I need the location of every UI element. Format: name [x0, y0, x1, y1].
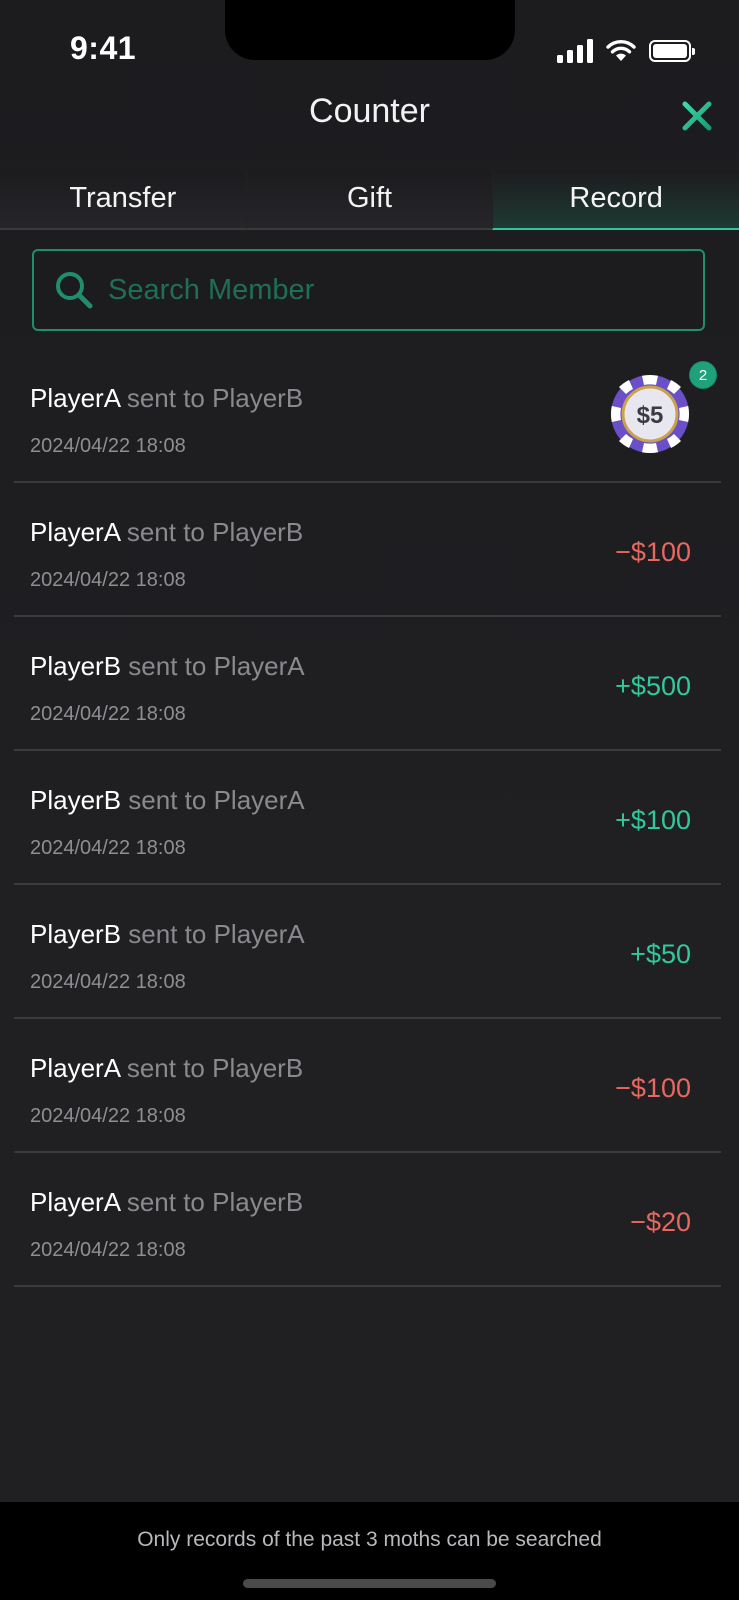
record-amount: −$100 [615, 1073, 691, 1103]
record-row[interactable]: PlayerA sent to PlayerB 2024/04/22 18:08… [14, 483, 721, 617]
home-indicator[interactable] [243, 1579, 496, 1588]
search-box[interactable] [32, 249, 705, 331]
record-title: PlayerA sent to PlayerB [30, 517, 303, 548]
receiver-name: PlayerA [213, 919, 305, 949]
record-row[interactable]: PlayerB sent to PlayerA 2024/04/22 18:08… [14, 617, 721, 751]
sender-name: PlayerB [30, 919, 122, 949]
record-title: PlayerA sent to PlayerB [30, 1053, 303, 1084]
record-amount: +$100 [615, 805, 691, 835]
sender-name: PlayerB [30, 785, 122, 815]
record-connector: sent to [126, 517, 205, 547]
record-connector: sent to [128, 919, 207, 949]
search-input[interactable] [108, 273, 668, 307]
record-row[interactable]: PlayerA sent to PlayerB 2024/04/22 18:08… [14, 1019, 721, 1153]
tab-record[interactable]: Record [492, 172, 739, 230]
record-connector: sent to [128, 785, 207, 815]
cellular-signal-icon [557, 39, 593, 63]
receiver-name: PlayerB [212, 383, 304, 413]
record-title: PlayerB sent to PlayerA [30, 919, 305, 950]
record-date: 2024/04/22 18:08 [30, 703, 186, 725]
counter-screen: 9:41 Counter Transfer Gift Record Search… [0, 0, 739, 1600]
record-date: 2024/04/22 18:08 [30, 435, 186, 457]
record-title: PlayerA sent to PlayerB [30, 383, 303, 414]
tab-transfer[interactable]: Transfer [0, 172, 246, 230]
record-connector: sent to [126, 1053, 205, 1083]
record-date: 2024/04/22 18:08 [30, 569, 186, 591]
record-title: PlayerA sent to PlayerB [30, 1187, 303, 1218]
battery-icon [649, 40, 695, 62]
close-button[interactable] [679, 98, 715, 134]
status-time: 9:41 [70, 30, 137, 66]
status-bar: 9:41 [0, 0, 739, 100]
status-icons [557, 36, 695, 66]
record-row[interactable]: PlayerA sent to PlayerB 2024/04/22 18:08… [14, 1153, 721, 1287]
record-date: 2024/04/22 18:08 [30, 837, 186, 859]
record-amount: +$500 [615, 671, 691, 701]
footer: Only records of the past 3 moths can be … [0, 1502, 739, 1600]
receiver-name: PlayerB [212, 517, 304, 547]
record-connector: sent to [126, 1187, 205, 1217]
record-date: 2024/04/22 18:08 [30, 971, 186, 993]
record-amount: −$100 [615, 537, 691, 567]
record-connector: sent to [128, 651, 207, 681]
notch [225, 0, 515, 60]
tab-gift[interactable]: Gift [245, 172, 493, 230]
gift-chip-label: $5 [637, 402, 664, 429]
record-amount: +$50 [630, 939, 691, 969]
record-row[interactable]: PlayerB sent to PlayerA 2024/04/22 18:08… [14, 751, 721, 885]
wifi-icon [606, 40, 636, 61]
page-title: Counter [309, 92, 430, 130]
receiver-name: PlayerA [213, 651, 305, 681]
search-icon [56, 272, 93, 309]
record-title: PlayerB sent to PlayerA [30, 785, 305, 816]
close-icon [682, 101, 712, 131]
footer-note: Only records of the past 3 moths can be … [137, 1528, 602, 1551]
sender-name: PlayerA [30, 1053, 120, 1083]
sender-name: PlayerA [30, 517, 120, 547]
poker-chip-icon: $5 [610, 374, 690, 454]
record-connector: sent to [126, 383, 205, 413]
record-amount: −$20 [630, 1207, 691, 1237]
receiver-name: PlayerA [213, 785, 305, 815]
tab-bar: Transfer Gift Record [0, 172, 739, 230]
record-list: PlayerA sent to PlayerB 2024/04/22 18:08 [14, 349, 721, 1287]
record-date: 2024/04/22 18:08 [30, 1105, 186, 1127]
receiver-name: PlayerB [212, 1187, 304, 1217]
record-row[interactable]: PlayerA sent to PlayerB 2024/04/22 18:08 [14, 349, 721, 483]
sender-name: PlayerA [30, 383, 120, 413]
sender-name: PlayerA [30, 1187, 120, 1217]
record-date: 2024/04/22 18:08 [30, 1239, 186, 1261]
sender-name: PlayerB [30, 651, 122, 681]
record-title: PlayerB sent to PlayerA [30, 651, 305, 682]
gift-count-badge: 2 [689, 361, 717, 389]
record-row[interactable]: PlayerB sent to PlayerA 2024/04/22 18:08… [14, 885, 721, 1019]
receiver-name: PlayerB [212, 1053, 304, 1083]
